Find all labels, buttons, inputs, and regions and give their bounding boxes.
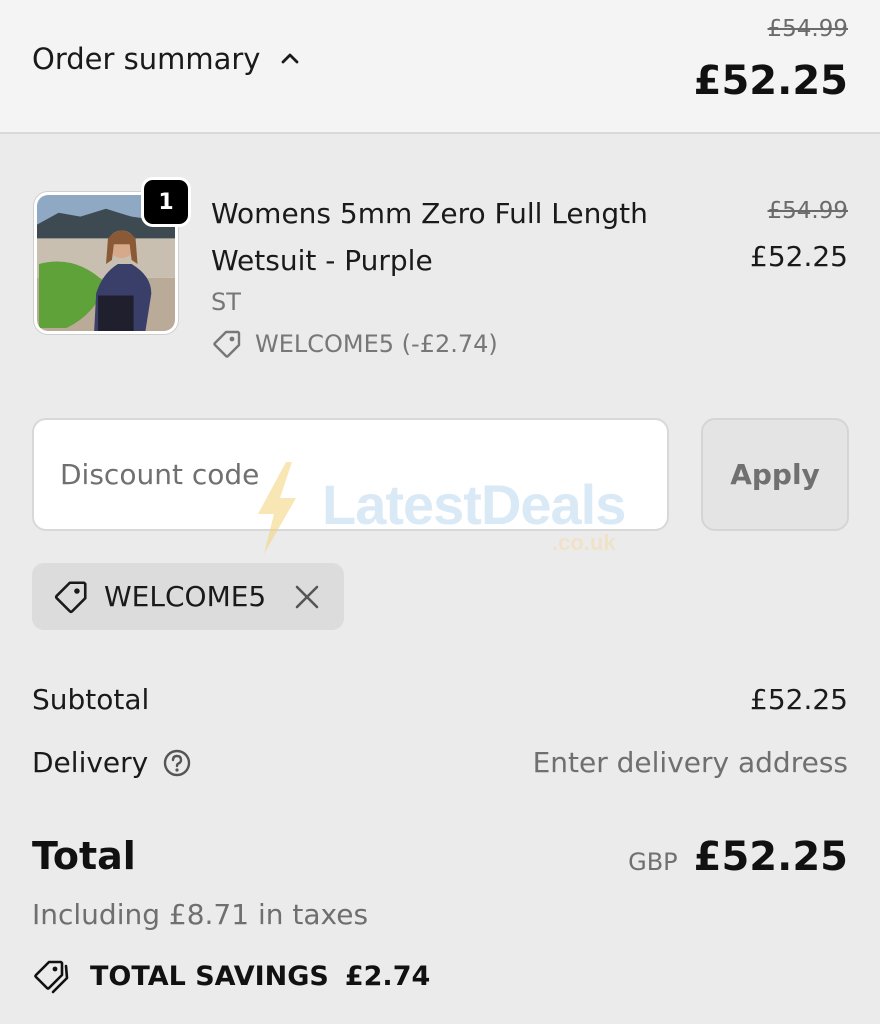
watermark-domain: .co.uk — [552, 530, 616, 555]
delivery-value[interactable]: Enter delivery address — [533, 746, 848, 779]
delivery-label-text: Delivery — [32, 746, 149, 779]
subtotal-value: £52.25 — [750, 683, 848, 716]
currency-code: GBP — [628, 848, 678, 876]
subtotal-label-text: Subtotal — [32, 683, 150, 716]
quantity-badge: 1 — [141, 177, 191, 227]
product-discount-label: WELCOME5 (-£2.74) — [255, 330, 498, 358]
order-summary-header: Order summary £54.99 £52.25 — [0, 0, 880, 134]
product-discount: WELCOME5 (-£2.74) — [211, 328, 498, 360]
total-savings: TOTAL SAVINGS £2.74 — [32, 956, 430, 996]
savings-label: TOTAL SAVINGS — [90, 960, 329, 992]
apply-button[interactable]: Apply — [701, 418, 849, 531]
chevron-up-icon — [282, 53, 299, 64]
product-name: Womens 5mm Zero Full Length Wetsuit - Pu… — [211, 197, 648, 277]
item-price: £52.25 — [750, 240, 848, 273]
savings-value: £2.74 — [344, 960, 431, 992]
item-original-price: £54.99 — [767, 198, 848, 224]
product-variant: ST — [211, 288, 241, 316]
applied-code-label: WELCOME5 — [104, 580, 267, 613]
order-summary-label: Order summary — [32, 42, 261, 76]
remove-code-button[interactable] — [292, 582, 322, 612]
order-summary-toggle[interactable]: Order summary — [32, 42, 302, 76]
applied-code-chip: WELCOME5 — [32, 563, 344, 630]
discount-code-input[interactable] — [32, 418, 669, 531]
tax-note: Including £8.71 in taxes — [32, 898, 369, 931]
tags-icon — [34, 960, 69, 994]
help-circle-icon[interactable] — [162, 748, 192, 778]
total-label: Total — [32, 834, 136, 878]
tag-icon — [213, 330, 241, 358]
delivery-label: Delivery — [32, 746, 192, 779]
header-original-price: £54.99 — [767, 16, 848, 42]
close-icon — [295, 585, 319, 608]
header-price: £52.25 — [693, 58, 848, 104]
tag-icon — [54, 580, 87, 613]
total-price: £52.25 — [693, 834, 848, 880]
total-amount: GBP £52.25 — [628, 834, 848, 880]
subtotal-label: Subtotal — [32, 683, 149, 716]
